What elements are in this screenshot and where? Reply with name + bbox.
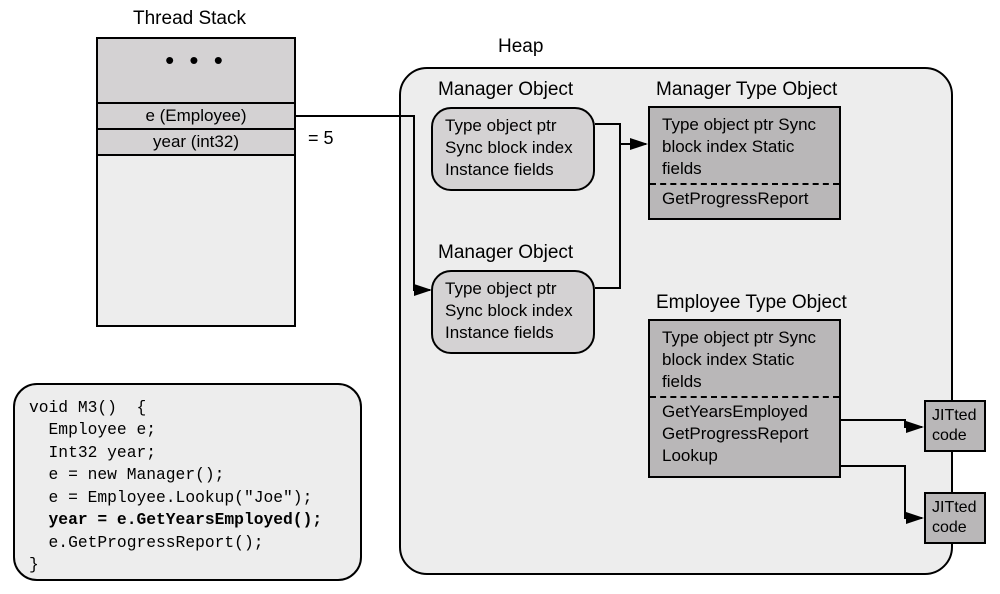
dash-icon — [650, 396, 839, 398]
code-l4: e = new Manager(); — [29, 465, 224, 484]
code-l3: Int32 year; — [29, 443, 156, 462]
code-l1: void M3() { — [29, 398, 146, 417]
thread-stack: • • • e (Employee) year (int32) — [96, 37, 296, 327]
emptype-lookup: Lookup — [662, 446, 718, 465]
emptype-getprogressreport: GetProgressReport — [662, 424, 808, 443]
code-l6: year = e.GetYearsEmployed(); — [29, 510, 322, 529]
jitted-l2: code — [932, 427, 967, 444]
stack-year-value: = 5 — [308, 128, 334, 149]
thread-stack-label: Thread Stack — [133, 8, 246, 30]
manager-object-1: Type object ptr Sync block index Instanc… — [431, 107, 595, 191]
mgrtype-typeptr: Type object ptr — [662, 115, 774, 134]
emptype-typeptr: Type object ptr — [662, 328, 774, 347]
jitted-l1: JITted — [932, 407, 976, 424]
jitted-l1b: JITted — [932, 499, 976, 516]
jitted-code-box-1: JITted code — [924, 400, 986, 452]
mgrobj2-typeptr: Type object ptr — [445, 278, 581, 300]
manager-type-object: Type object ptr Sync block index Static … — [648, 106, 841, 220]
manager-type-object-label: Manager Type Object — [656, 79, 837, 101]
manager-object-label-2: Manager Object — [438, 242, 573, 264]
code-l8: } — [29, 555, 39, 574]
heap-label: Heap — [498, 36, 543, 58]
code-l2: Employee e; — [29, 420, 156, 439]
mgrobj2-fields: Instance fields — [445, 322, 581, 344]
dash-icon — [650, 183, 839, 185]
employee-type-object-label: Employee Type Object — [656, 292, 847, 314]
employee-type-object: Type object ptr Sync block index Static … — [648, 319, 841, 478]
manager-object-2: Type object ptr Sync block index Instanc… — [431, 270, 595, 354]
code-l7: e.GetProgressReport(); — [29, 533, 264, 552]
emptype-getyearsemployed: GetYearsEmployed — [662, 402, 808, 421]
mgrobj1-typeptr: Type object ptr — [445, 115, 581, 137]
code-l5: e = Employee.Lookup("Joe"); — [29, 488, 312, 507]
stack-row-year: year (int32) — [98, 130, 294, 156]
mgrtype-getprogressreport: GetProgressReport — [662, 189, 808, 208]
manager-object-label-1: Manager Object — [438, 79, 573, 101]
code-block: void M3() { Employee e; Int32 year; e = … — [13, 383, 362, 581]
mgrobj2-sync: Sync block index — [445, 300, 581, 322]
jitted-l2b: code — [932, 519, 967, 536]
stack-row-e: e (Employee) — [98, 104, 294, 130]
mgrobj1-fields: Instance fields — [445, 159, 581, 181]
mgrobj1-sync: Sync block index — [445, 137, 581, 159]
stack-dots: • • • — [98, 39, 294, 104]
jitted-code-box-2: JITted code — [924, 492, 986, 544]
